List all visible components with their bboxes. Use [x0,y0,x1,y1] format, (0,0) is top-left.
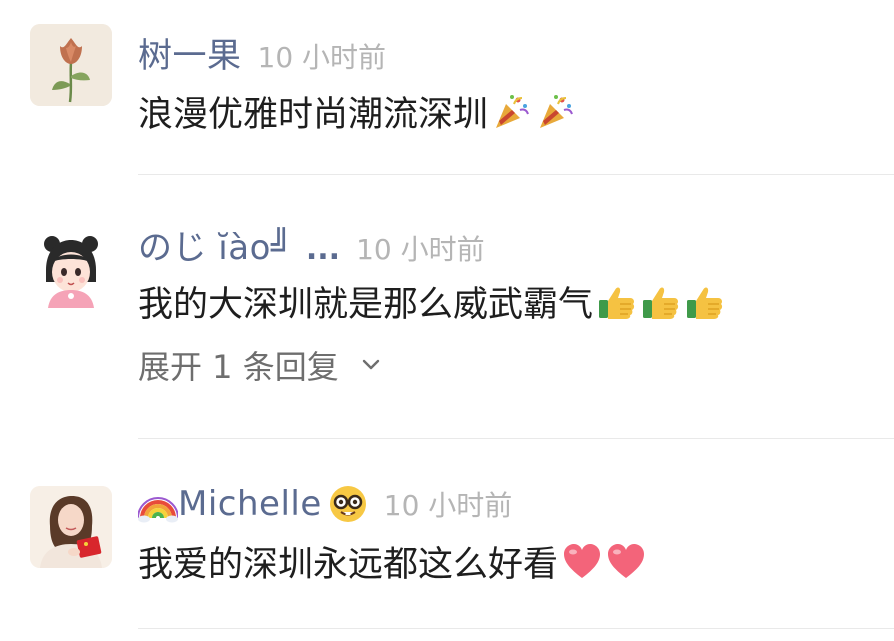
party-popper-icon [492,92,532,132]
username[interactable]: Michelle [178,484,322,524]
comment-text: 浪漫优雅时尚潮流深圳 [138,86,576,137]
thumbs-up-icon [641,282,681,322]
divider [138,438,894,439]
username[interactable]: 树一果 [138,28,242,77]
chevron-down-icon [362,359,379,370]
heart-icon [562,542,602,582]
avatar[interactable] [30,226,112,308]
cartoon-girl-avatar-icon [30,226,112,308]
comment-body: 浪漫优雅时尚潮流深圳 [138,95,489,135]
tulip-avatar-icon [30,24,112,106]
woman-photo-avatar-icon [30,486,112,568]
avatar[interactable] [30,24,112,106]
comment-text: 我爱的深圳永远都这么好看 [138,536,646,587]
thumbs-up-icon [597,282,637,322]
nerd-face-icon [328,484,368,524]
heart-icon [606,542,646,582]
comment-body: 我爱的深圳永远都这么好看 [138,545,559,585]
party-popper-icon [536,92,576,132]
comment-text: 我的大深圳就是那么威武霸气 [138,276,725,327]
divider [138,174,894,175]
divider [138,628,894,629]
timestamp: 10 小时前 [383,489,513,522]
name-ellipsis: ... [305,232,341,267]
thumbs-up-icon [685,282,725,322]
comment-body: 我的大深圳就是那么威武霸气 [138,285,594,325]
comment-header: Michelle 10 小时前 [138,482,512,526]
expand-replies-button[interactable]: 展开 1 条回复 [138,342,381,388]
rainbow-icon [138,484,178,524]
timestamp: 10 小时前 [257,41,387,74]
timestamp: 10 小时前 [356,233,485,266]
avatar[interactable] [30,486,112,568]
expand-replies-label: 展开 1 条回复 [138,348,339,386]
username[interactable]: のじ ĭào╝ [138,220,292,269]
comment-header: 树一果 10 小时前 [138,28,386,76]
comment-list: 树一果 10 小时前 浪漫优雅时尚潮流深圳 のじ ĭào╝ ... 10 小时前… [0,0,894,641]
comment-header: のじ ĭào╝ ... 10 小时前 [138,220,485,268]
